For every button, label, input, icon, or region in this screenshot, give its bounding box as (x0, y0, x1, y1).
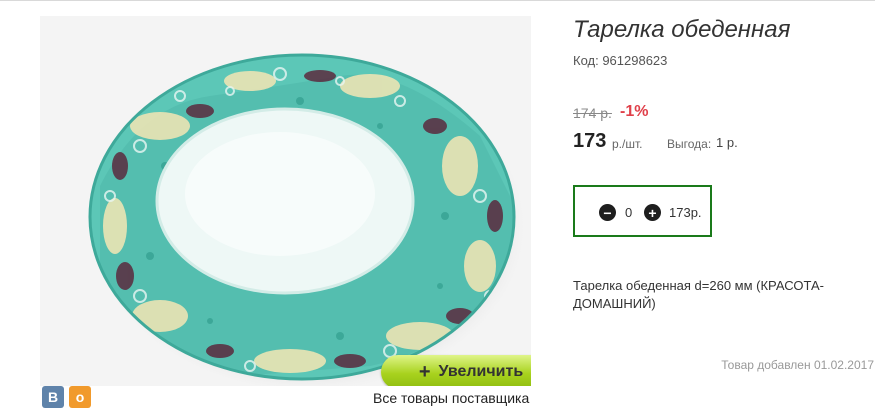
discount-badge: -1% (620, 103, 649, 120)
product-title: Тарелка обеденная (573, 16, 791, 43)
all-supplier-goods-link[interactable]: Все товары поставщика (373, 390, 529, 406)
cart-sum: 173р. (669, 205, 702, 220)
profit-value: 1 р. (716, 135, 738, 150)
product-description: Тарелка обеденная d=260 мм (КРАСОТА-ДОМА… (573, 278, 824, 311)
zoom-button[interactable]: + Увеличить (381, 355, 531, 386)
vk-share-button[interactable]: В (42, 386, 64, 408)
profit-label: Выгода: (667, 137, 712, 151)
top-divider (0, 0, 875, 1)
plate-illustration (88, 53, 528, 386)
quantity-value: 0 (625, 205, 633, 220)
product-code: Код: 961298623 (573, 53, 668, 68)
price-unit: р./шт. (612, 137, 643, 151)
old-price: 174 р. (573, 105, 612, 121)
plus-icon: + (418, 361, 431, 383)
ok-share-button[interactable]: о (69, 386, 91, 408)
zoom-button-label: Увеличить (438, 363, 524, 380)
minus-circle-icon[interactable]: − (599, 204, 616, 221)
added-date: Товар добавлен 01.02.2017 (721, 358, 874, 372)
quantity-stepper: − 0 + 173р. (573, 185, 712, 237)
product-image[interactable]: + Увеличить (40, 16, 531, 386)
current-price: 173 (573, 130, 607, 152)
plus-circle-icon[interactable]: + (644, 204, 661, 221)
